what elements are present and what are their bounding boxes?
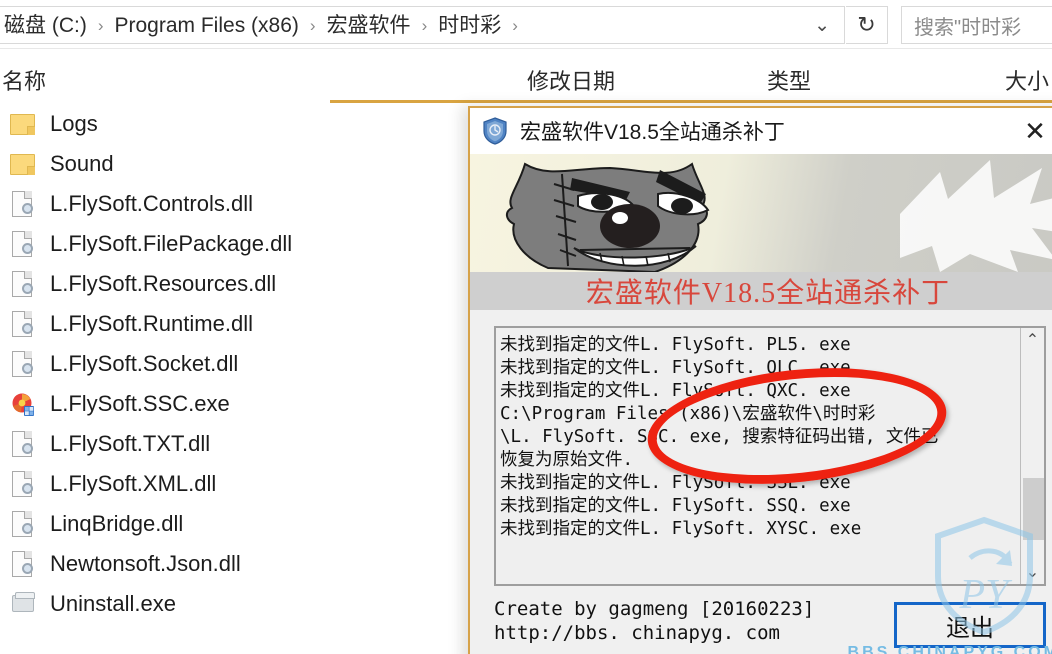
breadcrumb-separator-icon: ›: [97, 15, 104, 35]
scrollbar-thumb[interactable]: [1023, 478, 1044, 540]
column-header-name[interactable]: 名称: [2, 64, 46, 96]
screen-root: 磁盘 (C:) › Program Files (x86) › 宏盛软件 › 时…: [0, 0, 1052, 654]
column-header-date-modified[interactable]: 修改日期: [527, 64, 615, 96]
list-item[interactable]: Logs: [0, 104, 470, 144]
uninstall-icon: [8, 589, 38, 619]
list-item[interactable]: Sound: [0, 144, 470, 184]
log-line: 未找到指定的文件L. FlySoft. QLC. exe: [500, 358, 851, 378]
close-icon[interactable]: ✕: [1018, 116, 1052, 146]
folder-icon: [8, 149, 38, 179]
file-name: Uninstall.exe: [50, 591, 176, 616]
banner-illustration: [470, 154, 1052, 272]
file-name: L.FlySoft.XML.dll: [50, 471, 217, 496]
breadcrumb-item-program-files[interactable]: Program Files (x86): [113, 15, 301, 36]
list-item[interactable]: L.FlySoft.Controls.dll: [0, 184, 470, 224]
list-item[interactable]: L.FlySoft.XML.dll: [0, 464, 470, 504]
log-line: 恢复为原始文件.: [500, 450, 634, 470]
breadcrumb-item-hongsheng[interactable]: 宏盛软件: [325, 15, 413, 36]
list-item[interactable]: Uninstall.exe: [0, 584, 470, 624]
file-list-column-headers: 名称 ⌃ 修改日期 类型 大小: [0, 49, 1052, 148]
log-output-panel[interactable]: 未找到指定的文件L. FlySoft. PL5. exe 未找到指定的文件L. …: [494, 326, 1046, 586]
file-name: Newtonsoft.Json.dll: [50, 551, 241, 576]
list-item[interactable]: LinqBridge.dll: [0, 504, 470, 544]
dll-file-icon: [8, 229, 38, 259]
dll-file-icon: [8, 509, 38, 539]
log-line: \L. FlySoft. SSC. exe, 搜索特征码出错, 文件已: [500, 427, 939, 447]
scroll-up-icon[interactable]: ⌃: [1021, 328, 1044, 352]
dll-file-icon: [8, 469, 38, 499]
list-item[interactable]: L.FlySoft.TXT.dll: [0, 424, 470, 464]
log-scrollbar[interactable]: ⌃ ⌄: [1020, 328, 1046, 584]
file-name: L.FlySoft.FilePackage.dll: [50, 231, 293, 256]
list-item[interactable]: L.FlySoft.FilePackage.dll: [0, 224, 470, 264]
chevron-down-icon[interactable]: ⌄: [806, 14, 844, 37]
file-name: Sound: [50, 151, 114, 176]
column-header-type[interactable]: 类型: [767, 64, 811, 96]
column-header-underline-gap: [0, 100, 330, 103]
credit-text: Create by gagmeng [20160223]: [494, 598, 815, 620]
dll-file-icon: [8, 269, 38, 299]
file-name: Logs: [50, 111, 98, 136]
log-line: 未找到指定的文件L. FlySoft. SSQ. exe: [500, 496, 851, 516]
application-exe-icon: [8, 389, 38, 419]
explorer-address-bar: 磁盘 (C:) › Program Files (x86) › 宏盛软件 › 时…: [0, 0, 1052, 49]
log-line: 未找到指定的文件L. FlySoft. SSL. exe: [500, 473, 851, 493]
breadcrumb[interactable]: 磁盘 (C:) › Program Files (x86) › 宏盛软件 › 时…: [0, 6, 845, 44]
search-input[interactable]: 搜索"时时彩: [901, 6, 1052, 44]
log-line: 未找到指定的文件L. FlySoft. PL5. exe: [500, 335, 851, 355]
file-name: LinqBridge.dll: [50, 511, 184, 536]
wolf-mascot-icon: [506, 160, 1052, 272]
file-list[interactable]: Logs Sound L.FlySoft.Controls.dll L.FlyS…: [0, 104, 470, 654]
refresh-icon: ↻: [857, 12, 876, 37]
log-line: C:\Program Files (x86)\宏盛软件\时时彩: [500, 404, 876, 424]
scroll-down-icon[interactable]: ⌄: [1021, 560, 1044, 584]
shield-icon: [483, 117, 507, 145]
exit-button-label: 退出: [946, 614, 994, 642]
dll-file-icon: [8, 429, 38, 459]
dialog-title: 宏盛软件V18.5全站通杀补丁: [520, 121, 785, 144]
log-line: 未找到指定的文件L. FlySoft. XYSC. exe: [500, 519, 862, 539]
patch-dialog: 宏盛软件V18.5全站通杀补丁 ✕ 宏盛软件V18.5全站通杀补丁 未找到指定的…: [468, 106, 1052, 654]
banner-title: 宏盛软件V18.5全站通杀补丁: [585, 278, 951, 309]
breadcrumb-separator-icon: ›: [309, 15, 316, 35]
dll-file-icon: [8, 189, 38, 219]
list-item[interactable]: L.FlySoft.Socket.dll: [0, 344, 470, 384]
breadcrumb-separator-icon: ›: [421, 15, 428, 35]
column-header-size[interactable]: 大小: [1005, 64, 1049, 96]
dll-file-icon: [8, 549, 38, 579]
folder-icon: [8, 109, 38, 139]
breadcrumb-separator-icon: ›: [512, 15, 518, 35]
file-name: L.FlySoft.SSC.exe: [50, 391, 230, 416]
list-item[interactable]: L.FlySoft.Runtime.dll: [0, 304, 470, 344]
list-item[interactable]: L.FlySoft.Resources.dll: [0, 264, 470, 304]
exit-button[interactable]: 退出: [894, 602, 1046, 648]
file-name: L.FlySoft.Runtime.dll: [50, 311, 253, 336]
log-text: 未找到指定的文件L. FlySoft. PL5. exe 未找到指定的文件L. …: [496, 328, 1020, 584]
refresh-button[interactable]: ↻: [846, 6, 888, 44]
breadcrumb-item-shishicai[interactable]: 时时彩: [436, 15, 503, 36]
breadcrumb-item-drive[interactable]: 磁盘 (C:): [2, 15, 89, 36]
log-line: 未找到指定的文件L. FlySoft. QXC. exe: [500, 381, 851, 401]
file-name: L.FlySoft.Socket.dll: [50, 351, 239, 376]
file-name: L.FlySoft.TXT.dll: [50, 431, 211, 456]
list-item[interactable]: L.FlySoft.SSC.exe: [0, 384, 470, 424]
list-item[interactable]: Newtonsoft.Json.dll: [0, 544, 470, 584]
search-placeholder: 搜索"时时彩: [914, 16, 1022, 39]
url-text[interactable]: http://bbs. chinapyg. com: [494, 622, 780, 644]
banner-title-band: 宏盛软件V18.5全站通杀补丁: [470, 272, 1052, 310]
dll-file-icon: [8, 349, 38, 379]
dialog-title-bar[interactable]: 宏盛软件V18.5全站通杀补丁 ✕: [470, 108, 1052, 154]
file-name: L.FlySoft.Controls.dll: [50, 191, 253, 216]
file-name: L.FlySoft.Resources.dll: [50, 271, 277, 296]
dll-file-icon: [8, 309, 38, 339]
